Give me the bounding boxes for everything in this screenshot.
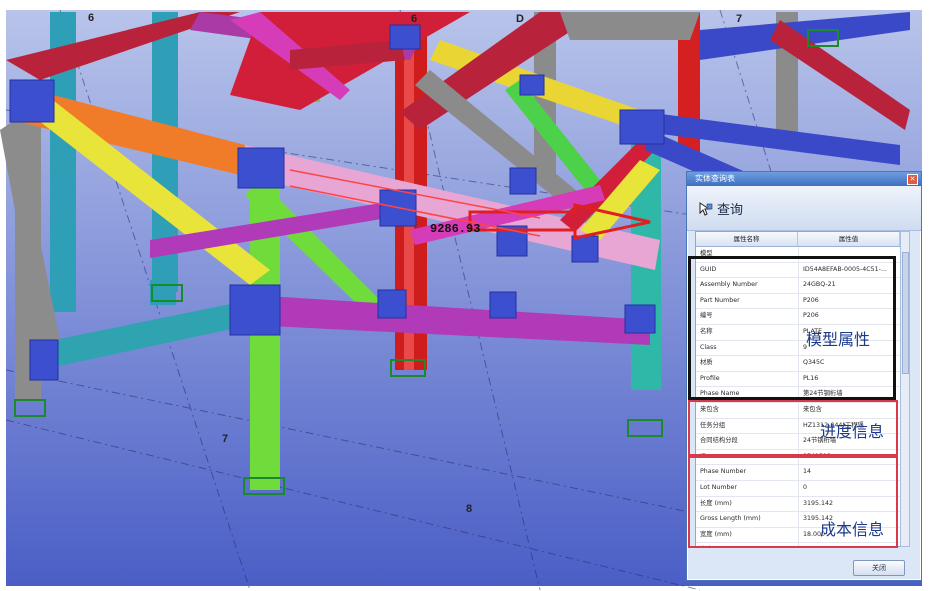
query-button[interactable]: 查询 [699, 198, 743, 218]
dialog-titlebar[interactable]: 实体查询表 ✕ [687, 172, 921, 186]
table-header: 属性名称 属性值 [696, 232, 900, 247]
annotation-cost: 成本信息 [820, 520, 885, 539]
grid-label-7-bottom: 7 [222, 433, 229, 445]
annotation-model: 模型属性 [806, 330, 871, 349]
scrollbar-thumb[interactable] [902, 252, 909, 374]
query-icon [699, 201, 713, 216]
grid-label-7-top: 7 [736, 13, 743, 25]
dialog-title: 实体查询表 [695, 174, 735, 183]
close-icon[interactable]: ✕ [907, 174, 918, 185]
query-label: 查询 [717, 202, 744, 218]
table-scrollbar[interactable] [900, 231, 910, 547]
grid-label-d: D [516, 13, 524, 25]
dialog-toolbar: 查询 [687, 186, 921, 231]
column-header-name[interactable]: 属性名称 [696, 232, 798, 246]
grid-label-8: 8 [466, 503, 473, 515]
close-button[interactable]: 关闭 [853, 560, 905, 576]
annotation-progress: 进度信息 [820, 422, 885, 441]
grid-label-6-left: 6 [88, 12, 95, 24]
column-header-value[interactable]: 属性值 [798, 232, 900, 246]
dimension-label: 9286.93 [430, 222, 481, 236]
grid-label-6-mid: 6 [411, 13, 418, 25]
